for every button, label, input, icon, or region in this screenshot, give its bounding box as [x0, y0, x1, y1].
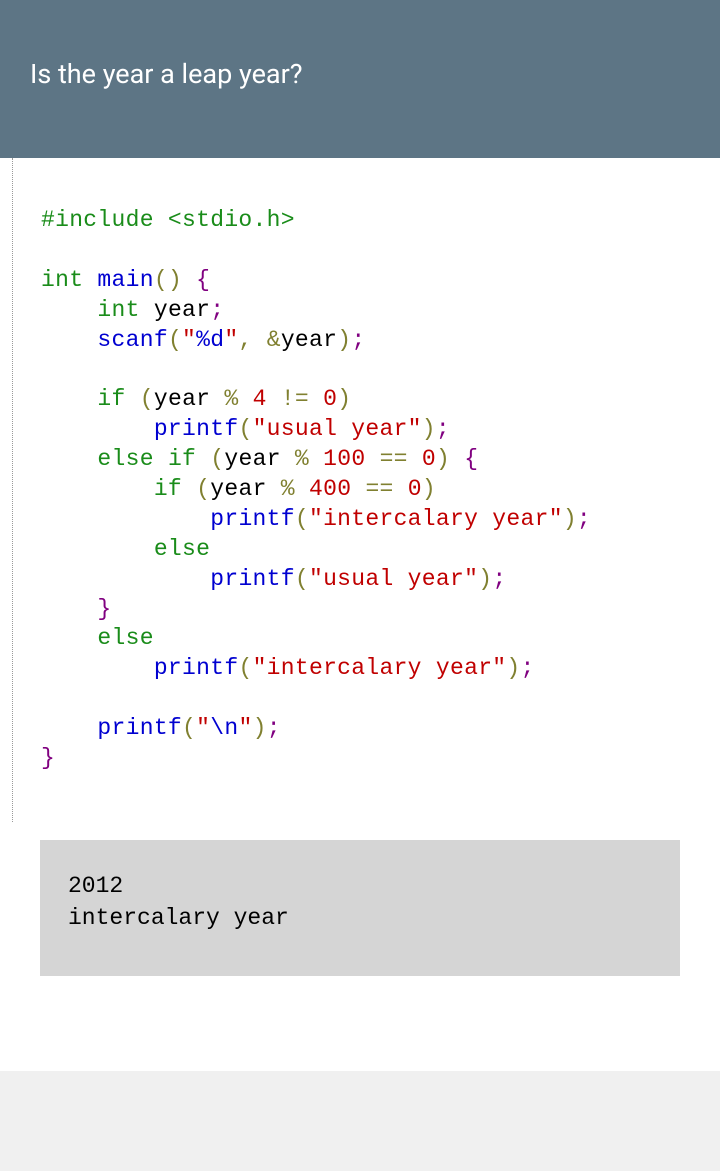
rparen: ) — [478, 566, 492, 592]
header: Is the year a leap year? — [0, 0, 720, 158]
rparen: ) — [422, 476, 436, 502]
page-title: Is the year a leap year? — [30, 58, 690, 90]
lbrace: { — [464, 446, 478, 472]
keyword-int: int — [97, 297, 139, 323]
keyword-else: else — [154, 536, 210, 562]
rbrace: } — [97, 596, 111, 622]
num-0: 0 — [408, 476, 422, 502]
func-printf: printf — [154, 655, 239, 681]
op-percent: % — [281, 476, 295, 502]
fmt-n: \n — [210, 715, 238, 741]
rparen: ) — [563, 506, 577, 532]
rparen: ) — [506, 655, 520, 681]
keyword-int: int — [41, 267, 83, 293]
num-0: 0 — [323, 386, 337, 412]
output-block: 2012 intercalary year — [40, 840, 680, 976]
op-percent: % — [295, 446, 309, 472]
op-eqeq: == — [380, 446, 408, 472]
semi: ; — [267, 715, 281, 741]
rparen: ) — [436, 446, 450, 472]
func-printf: printf — [210, 566, 295, 592]
semi: ; — [521, 655, 535, 681]
keyword-if: if — [154, 476, 182, 502]
output-line-1: 2012 — [68, 873, 123, 899]
str-usual: "usual year" — [309, 566, 478, 592]
content-area: #include <stdio.h> int main() { int year… — [0, 158, 720, 1071]
lparen: ( — [238, 416, 252, 442]
str-intercalary: "intercalary year" — [309, 506, 563, 532]
bottom-bar — [0, 1071, 720, 1171]
lparen: ( — [168, 327, 182, 353]
lparen: ( — [196, 476, 210, 502]
keyword-else: else — [97, 625, 153, 651]
semi: ; — [210, 297, 224, 323]
str-intercalary: "intercalary year" — [253, 655, 507, 681]
func-main: main — [97, 267, 153, 293]
lparen: ( — [140, 386, 154, 412]
str-usual: "usual year" — [253, 416, 422, 442]
code-block: #include <stdio.h> int main() { int year… — [12, 158, 720, 822]
lparen: ( — [295, 566, 309, 592]
keyword-if: if — [168, 446, 196, 472]
rparen: ) — [337, 386, 351, 412]
op-neq: != — [281, 386, 309, 412]
num-0: 0 — [422, 446, 436, 472]
var-year: year — [154, 386, 210, 412]
lparen: ( — [295, 506, 309, 532]
lparen: ( — [238, 655, 252, 681]
var-year: year — [281, 327, 337, 353]
rparen: ) — [337, 327, 351, 353]
semi: ; — [351, 327, 365, 353]
footer-gap — [0, 976, 720, 1071]
rparen: ) — [253, 715, 267, 741]
var-year: year — [224, 446, 280, 472]
keyword-else: else — [97, 446, 153, 472]
op-percent: % — [224, 386, 238, 412]
func-printf: printf — [210, 506, 295, 532]
semi: ; — [577, 506, 591, 532]
var-year: year — [154, 297, 210, 323]
keyword-if: if — [97, 386, 125, 412]
var-year: year — [210, 476, 266, 502]
preprocessor-directive: #include <stdio.h> — [41, 207, 295, 233]
lparen: ( — [210, 446, 224, 472]
rbrace: } — [41, 745, 55, 771]
func-printf: printf — [154, 416, 239, 442]
func-printf: printf — [97, 715, 182, 741]
semi: ; — [436, 416, 450, 442]
rparen: ) — [422, 416, 436, 442]
amp: & — [267, 327, 281, 353]
rparen: ) — [168, 267, 182, 293]
num-400: 400 — [309, 476, 351, 502]
comma: , — [238, 327, 252, 353]
lbrace: { — [196, 267, 210, 293]
func-scanf: scanf — [97, 327, 168, 353]
num-4: 4 — [253, 386, 267, 412]
lparen: ( — [154, 267, 168, 293]
op-eqeq: == — [365, 476, 393, 502]
output-line-2: intercalary year — [68, 905, 289, 931]
semi: ; — [492, 566, 506, 592]
fmt-d: %d — [196, 327, 224, 353]
lparen: ( — [182, 715, 196, 741]
num-100: 100 — [323, 446, 365, 472]
